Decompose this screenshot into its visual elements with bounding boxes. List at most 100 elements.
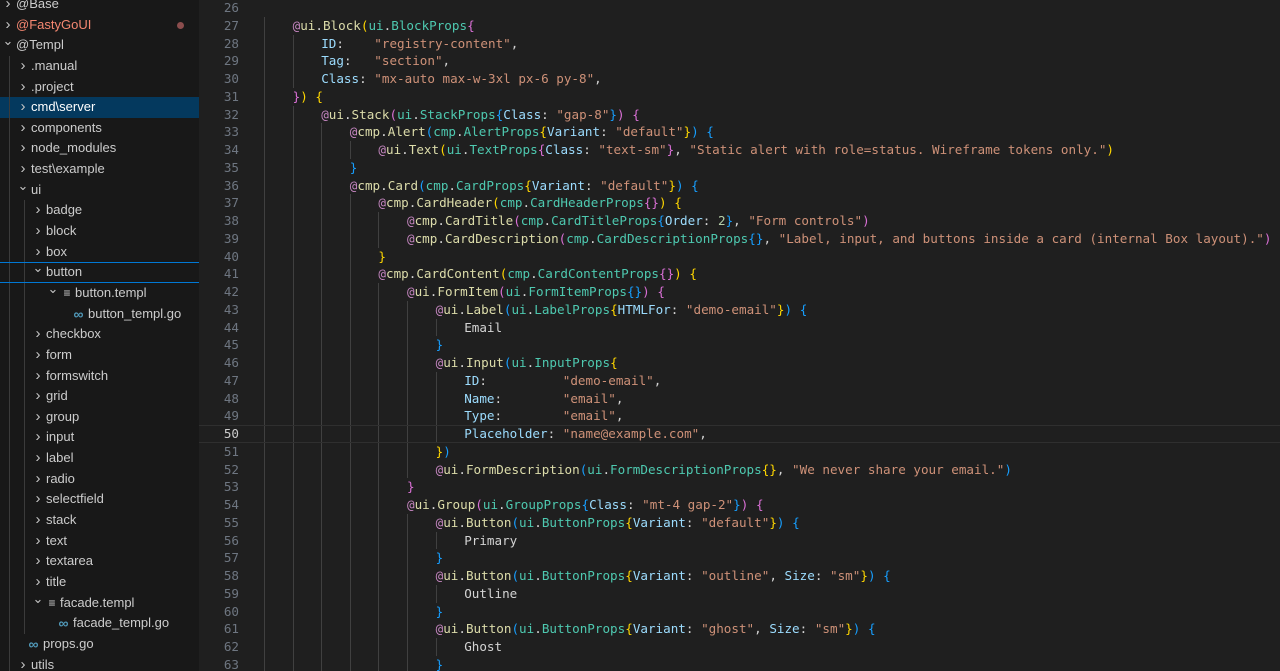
tree-item-manual[interactable]: › .manual [0,55,199,77]
code-line[interactable]: 45} [199,336,1280,354]
chevron-right-icon[interactable]: › [17,138,29,159]
code-line[interactable]: 59 Outline [199,584,1280,603]
chevron-right-icon[interactable]: › [17,97,29,118]
code-line[interactable]: 32 @ui.Stack(ui.StackProps{Class: "gap-8"… [199,105,1280,124]
chevron-right-icon[interactable]: › [32,510,44,531]
code-line[interactable]: 38 @cmp.CardTitle(cmp.CardTitleProps{Orde… [199,212,1280,230]
chevron-right-icon[interactable]: › [17,56,29,77]
code-line[interactable]: 44 Email [199,318,1280,337]
tree-item-test-example[interactable]: › test\example [0,159,199,180]
indent-guide [349,602,351,621]
tree-item-button-templ[interactable]: ⌄ ≡ button.templ [0,281,199,304]
tree-item-checkbox[interactable]: › checkbox [0,324,199,345]
tree-item-box[interactable]: › box [0,241,199,263]
code-line[interactable]: 61 @ui.Button(ui.ButtonProps{Variant: "gh… [199,620,1280,638]
chevron-right-icon[interactable]: › [17,77,29,98]
tree-item-text[interactable]: › text [0,530,199,552]
code-line[interactable]: 53} [199,478,1280,496]
chevron-right-icon[interactable]: › [17,118,29,139]
tree-item-group[interactable]: › group [0,406,199,428]
tree-item-formswitch[interactable]: › formswitch [0,365,199,387]
chevron-right-icon[interactable]: › [32,551,44,572]
code-line[interactable]: 51}) [199,442,1280,461]
tree-item-utils[interactable]: › utils [0,654,199,671]
chevron-down-icon[interactable]: ⌄ [32,589,44,610]
chevron-right-icon[interactable]: › [32,531,44,552]
code-line[interactable]: 26 [199,0,1280,17]
tree-item-input[interactable]: › input [0,427,199,449]
tree-item-stack[interactable]: › stack [0,510,199,531]
code-line[interactable]: 54 @ui.Group(ui.GroupProps{Class: "mt-4 g… [199,496,1280,514]
code-line[interactable]: 46 @ui.Input(ui.InputProps{ [199,354,1280,372]
code-line[interactable]: 62 Ghost [199,638,1280,656]
code-line[interactable]: 40} [199,247,1280,266]
tree-item-fastygoui[interactable]: › @FastyGoUI [0,15,199,36]
tree-item-button-templ-go[interactable]: ∞ button_templ.go [0,303,199,325]
code-line[interactable]: 57} [199,549,1280,567]
code-line[interactable]: 27 @ui.Block(ui.BlockProps{ [199,16,1280,35]
tree-item-node-modules[interactable]: › node_modules [0,138,199,160]
code-line-current[interactable]: 50 Placeholder: "name@example.com", [199,425,1280,443]
chevron-right-icon[interactable]: › [32,366,44,387]
code-line[interactable]: 33 @cmp.Alert(cmp.AlertProps{Variant: "de… [199,123,1280,141]
code-line[interactable]: 60} [199,602,1280,621]
chevron-right-icon[interactable]: › [2,0,14,15]
code-line[interactable]: 43 @ui.Label(ui.LabelProps{HTMLFor: "demo… [199,300,1280,319]
code-line[interactable]: 58 @ui.Button(ui.ButtonProps{Variant: "ou… [199,567,1280,585]
chevron-right-icon[interactable]: › [32,469,44,490]
tree-item-cmd-server[interactable]: › cmd\server [0,97,199,118]
tree-item-props-go[interactable]: ∞ props.go [0,633,199,655]
tree-item-radio[interactable]: › radio [0,468,199,490]
code-line[interactable]: 35} [199,158,1280,177]
code-line[interactable]: 56 Primary [199,531,1280,550]
tree-item-textarea[interactable]: › textarea [0,551,199,572]
chevron-down-icon[interactable]: ⌄ [32,259,44,278]
code-line[interactable]: 37 @cmp.CardHeader(cmp.CardHeaderProps{})… [199,194,1280,212]
tree-item-project[interactable]: › .project [0,76,199,98]
tree-item-selectfield[interactable]: › selectfield [0,489,199,511]
tree-item-button[interactable]: ⌄ button [0,259,199,283]
code-line[interactable]: 63} [199,655,1280,671]
code-line[interactable]: 49 Type: "email", [199,407,1280,425]
tree-item-facade-templ-go[interactable]: ∞ facade_templ.go [0,613,199,634]
code-token: cmp [433,124,456,140]
chevron-down-icon[interactable]: ⌄ [17,176,29,197]
chevron-right-icon[interactable]: › [32,427,44,448]
chevron-right-icon[interactable]: › [32,448,44,469]
chevron-right-icon[interactable]: › [32,221,44,242]
tree-item-badge[interactable]: › badge [0,200,199,222]
chevron-right-icon[interactable]: › [32,324,44,345]
code-line[interactable]: 29 Tag: "section", [199,52,1280,70]
chevron-right-icon[interactable]: › [32,345,44,366]
chevron-right-icon[interactable]: › [32,200,44,221]
tree-item-form[interactable]: › form [0,344,199,366]
chevron-right-icon[interactable]: › [17,655,29,671]
code-line[interactable]: 55 @ui.Button(ui.ButtonProps{Variant: "de… [199,513,1280,532]
chevron-down-icon[interactable]: ⌄ [2,31,14,52]
code-line[interactable]: 41 @cmp.CardContent(cmp.CardContentProps{… [199,265,1280,283]
code-line[interactable]: 47 ID: "demo-email", [199,371,1280,390]
code-line[interactable]: 48 Name: "email", [199,389,1280,408]
tree-item-grid[interactable]: › grid [0,386,199,407]
code-editor[interactable]: 26 27 @ui.Block(ui.BlockProps{28 ID: "regis… [199,0,1280,671]
chevron-right-icon[interactable]: › [32,489,44,510]
code-line[interactable]: 30 Class: "mx-auto max-w-3xl px-6 py-8", [199,70,1280,88]
tree-item-templ[interactable]: ⌄ @Templ [0,33,199,56]
code-line[interactable]: 28 ID: "registry-content", [199,34,1280,53]
code-line[interactable]: 52 @ui.FormDescription(ui.FormDescription… [199,460,1280,479]
tree-item-label[interactable]: › label [0,448,199,469]
code-line[interactable]: 34 @ui.Text(ui.TextProps{Class: "text-sm"… [199,141,1280,159]
tree-item-facade-templ[interactable]: ⌄ ≡ facade.templ [0,591,199,614]
tree-item-components[interactable]: › components [0,117,199,139]
code-line[interactable]: 31}) { [199,87,1280,106]
tree-item-ui[interactable]: ⌄ ui [0,178,199,201]
code-line[interactable]: 36 @cmp.Card(cmp.CardProps{Variant: "defa… [199,176,1280,195]
code-line[interactable]: 39 @cmp.CardDescription(cmp.CardDescripti… [199,229,1280,248]
tree-item-block[interactable]: › block [0,221,199,242]
code-line[interactable]: 42 @ui.FormItem(ui.FormItemProps{}) { [199,283,1280,301]
tree-item-title[interactable]: › title [0,571,199,593]
chevron-right-icon[interactable]: › [32,407,44,428]
chevron-down-icon[interactable]: ⌄ [47,279,59,300]
tree-item-base[interactable]: › @Base [0,0,199,15]
chevron-right-icon[interactable]: › [32,386,44,407]
